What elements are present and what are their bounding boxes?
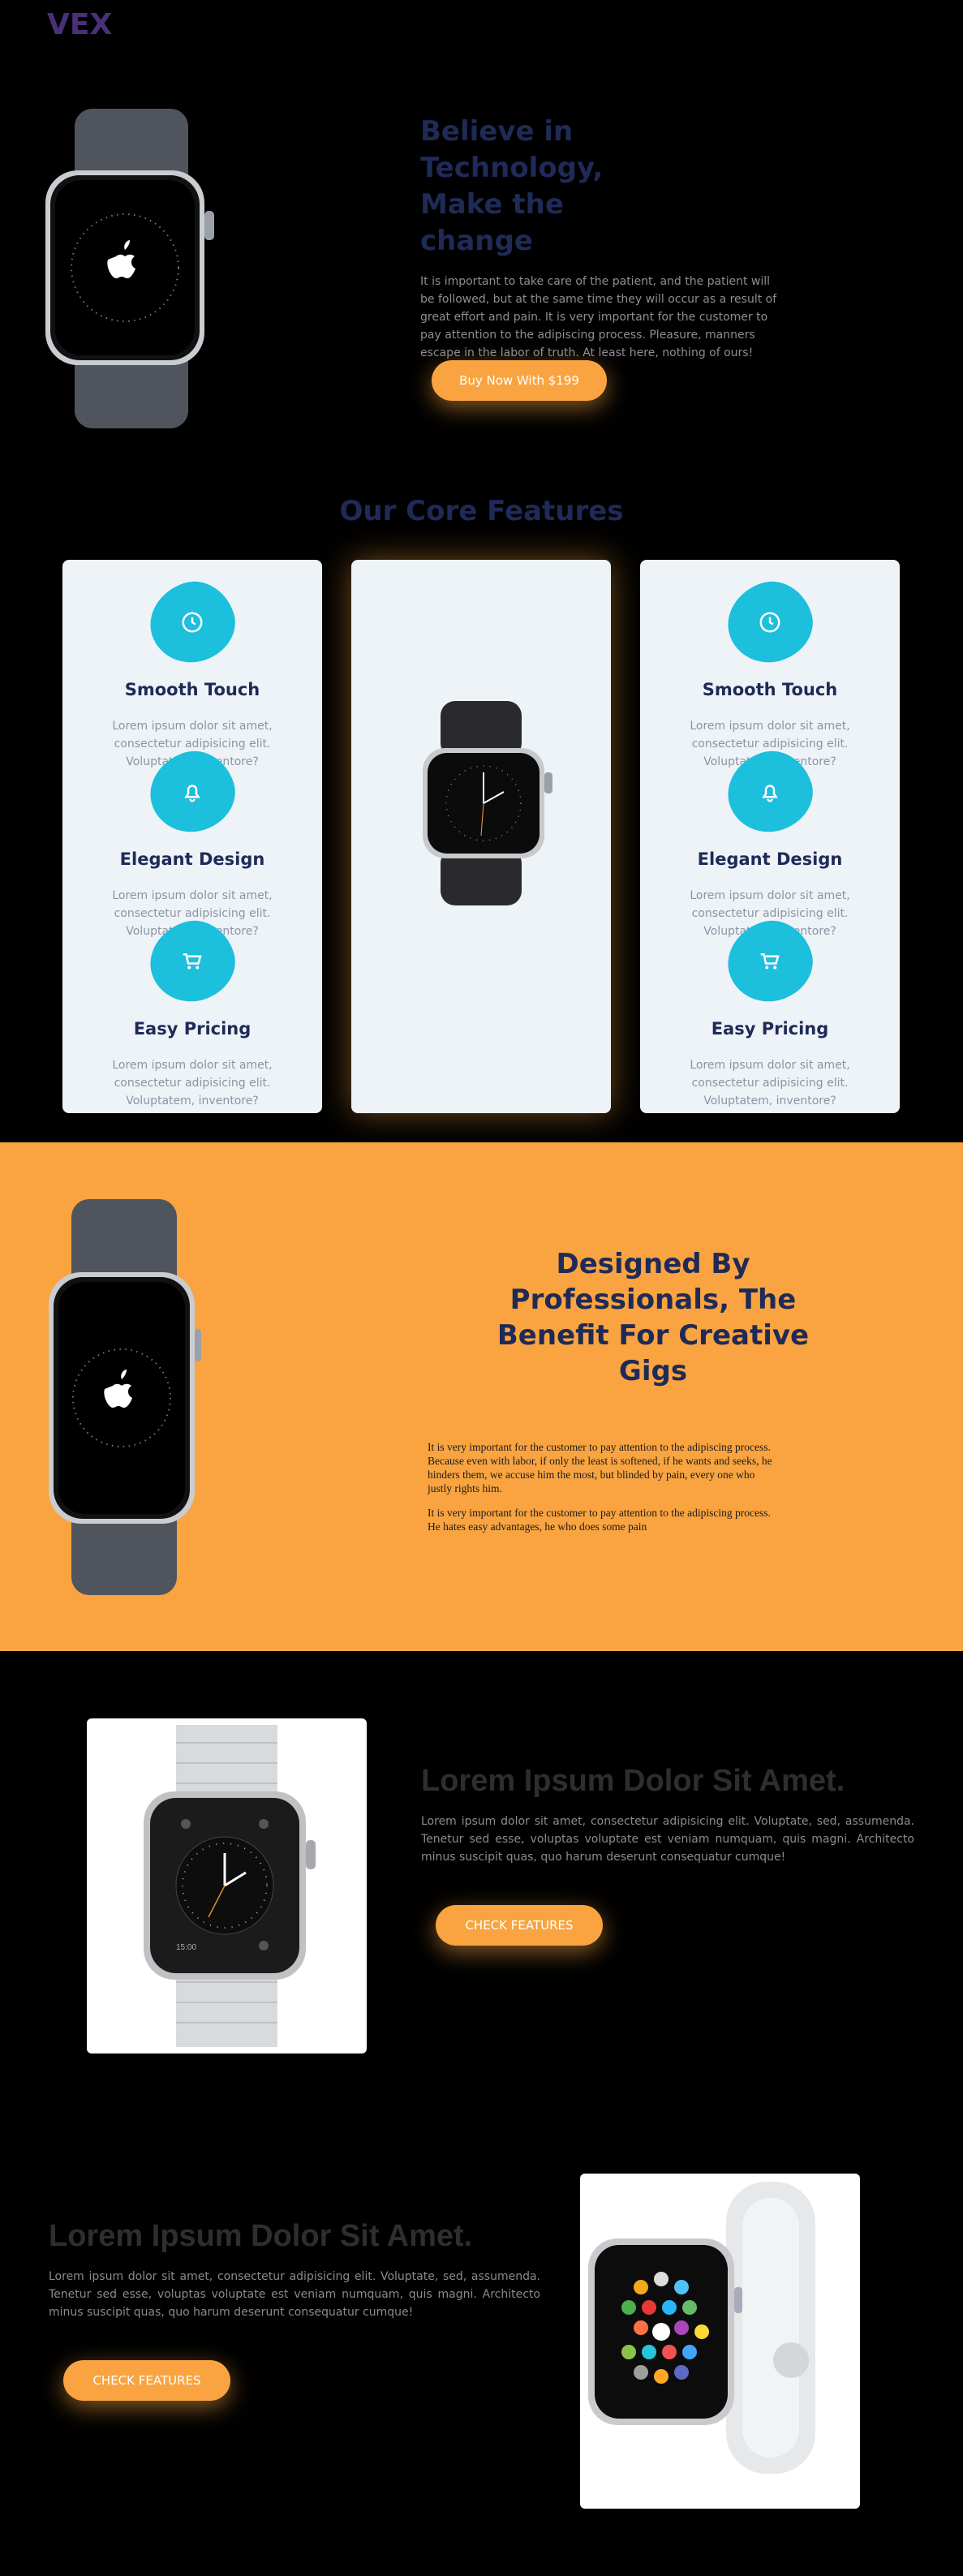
feature-title: Easy Pricing bbox=[711, 1019, 829, 1039]
product-a-description: Lorem ipsum dolor sit amet, consectetur … bbox=[421, 1815, 914, 1864]
designed-title: Designed By Professionals, The Benefit F… bbox=[497, 1248, 810, 1387]
product-b-title: Lorem Ipsum Dolor Sit Amet. bbox=[49, 2219, 473, 2253]
feature-item: Smooth Touch Lorem ipsum dolor sit amet,… bbox=[62, 571, 322, 771]
feature-title: Elegant Design bbox=[697, 849, 843, 869]
product-image-steel-watch: 15:00 bbox=[87, 1718, 367, 2053]
feature-item: Elegant Design Lorem ipsum dolor sit ame… bbox=[62, 741, 322, 940]
features-card-left: Smooth Touch Lorem ipsum dolor sit amet,… bbox=[62, 560, 322, 1113]
buy-now-button[interactable]: Buy Now With $199 bbox=[432, 360, 607, 401]
hero-watch-image bbox=[42, 105, 221, 430]
designed-section: Designed By Professionals, The Benefit F… bbox=[0, 1142, 963, 1651]
features-card-right: Smooth Touch Lorem ipsum dolor sit amet,… bbox=[640, 560, 900, 1113]
center-watch-image bbox=[408, 698, 554, 913]
bell-icon bbox=[717, 741, 823, 843]
product-a-title: Lorem Ipsum Dolor Sit Amet. bbox=[421, 1764, 845, 1798]
feature-title: Smooth Touch bbox=[702, 680, 838, 699]
feature-title: Easy Pricing bbox=[133, 1019, 251, 1039]
features-title: Our Core Features bbox=[339, 495, 624, 527]
feature-title: Smooth Touch bbox=[124, 680, 260, 699]
designed-watch-image bbox=[47, 1199, 201, 1601]
product-b-description: Lorem ipsum dolor sit amet, consectetur … bbox=[49, 2270, 540, 2319]
bell-icon bbox=[140, 741, 245, 843]
check-features-button[interactable]: CHECK FEATURES bbox=[436, 1905, 603, 1946]
feature-title: Elegant Design bbox=[119, 849, 265, 869]
hero-title: Believe in Technology, Make the change bbox=[420, 115, 604, 257]
hero-description: It is important to take care of the pati… bbox=[420, 275, 777, 359]
clock-icon bbox=[140, 571, 245, 673]
features-card-center bbox=[351, 560, 611, 1113]
feature-item: Easy Pricing Lorem ipsum dolor sit amet,… bbox=[62, 910, 322, 1110]
watch-time-label: 15:00 bbox=[176, 1943, 196, 1952]
product-image-sport-watch bbox=[580, 2174, 860, 2509]
cart-icon bbox=[140, 910, 245, 1013]
feature-text: Lorem ipsum dolor sit amet, consectetur … bbox=[690, 1059, 850, 1107]
cart-icon bbox=[717, 910, 823, 1013]
page: VEX Believe in Technology, Make the chan… bbox=[0, 0, 963, 2576]
logo[interactable]: VEX bbox=[47, 8, 112, 41]
feature-item: Smooth Touch Lorem ipsum dolor sit amet,… bbox=[640, 571, 900, 771]
feature-item: Easy Pricing Lorem ipsum dolor sit amet,… bbox=[640, 910, 900, 1110]
designed-paragraph-2: It is very important for the customer to… bbox=[428, 1507, 771, 1533]
designed-paragraph-1: It is very important for the customer to… bbox=[428, 1441, 772, 1494]
hero-text: Believe in Technology, Make the change I… bbox=[420, 114, 785, 362]
check-features-button[interactable]: CHECK FEATURES bbox=[63, 2360, 230, 2401]
feature-text: Lorem ipsum dolor sit amet, consectetur … bbox=[112, 1059, 273, 1107]
feature-item: Elegant Design Lorem ipsum dolor sit ame… bbox=[640, 741, 900, 940]
clock-icon bbox=[717, 571, 823, 673]
